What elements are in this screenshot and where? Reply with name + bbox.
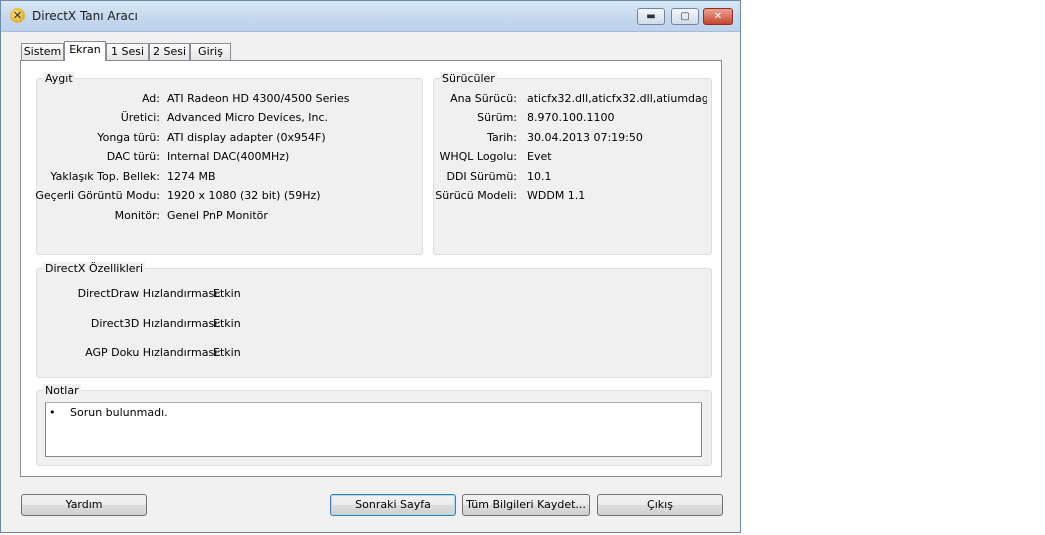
notes-group: Notlar • Sorun bulunmadı. xyxy=(36,384,712,466)
agp-value: Etkin xyxy=(213,346,241,359)
directx-features-group: DirectX Özellikleri DirectDraw Hızlandır… xyxy=(36,262,712,378)
tab-sistem[interactable]: Sistem xyxy=(21,43,64,60)
ddi-version-value: 10.1 xyxy=(527,170,552,183)
whql-value: Evet xyxy=(527,150,552,163)
manufacturer-value: Advanced Micro Devices, Inc. xyxy=(167,111,329,124)
note-item: Sorun bulunmadı. xyxy=(70,406,168,419)
drivers-group-label: Sürücüler xyxy=(440,72,497,85)
driver-date-value: 30.04.2013 07:19:50 xyxy=(527,131,643,144)
whql-label: WHQL Logolu: xyxy=(439,150,517,163)
chip-type-label: Yonga türü: xyxy=(97,131,160,144)
bullet-icon: • xyxy=(49,406,56,419)
direct3d-value: Etkin xyxy=(213,317,241,330)
tab-giris[interactable]: Giriş xyxy=(190,43,231,60)
next-page-button[interactable]: Sonraki Sayfa xyxy=(330,494,456,516)
directx-icon: ✕ xyxy=(10,8,25,23)
driver-model-label: Sürücü Modeli: xyxy=(435,189,517,202)
manufacturer-label: Üretici: xyxy=(120,111,160,124)
title-bar[interactable]: ✕ DirectX Tanı Aracı ▬ ▢ ✕ xyxy=(1,1,740,32)
dxdiag-window: ✕ DirectX Tanı Aracı ▬ ▢ ✕ Sistem Ekran … xyxy=(0,0,741,533)
device-group: Aygıt Ad: ATI Radeon HD 4300/4500 Series… xyxy=(35,72,423,255)
driver-version-value: 8.970.100.1100 xyxy=(527,111,615,124)
close-button[interactable]: ✕ xyxy=(703,8,733,25)
display-mode-value: 1920 x 1080 (32 bit) (59Hz) xyxy=(167,189,321,202)
notes-label: Notlar xyxy=(43,384,81,397)
direct3d-label: Direct3D Hızlandırması: xyxy=(90,317,221,330)
main-driver-value: aticfx32.dll,aticfx32.dll,atiumdag.dll,. xyxy=(527,92,707,105)
device-group-label: Aygıt xyxy=(43,72,75,85)
tab-ekran[interactable]: Ekran xyxy=(64,41,106,61)
tab-panel: Aygıt Ad: ATI Radeon HD 4300/4500 Series… xyxy=(20,60,722,477)
help-button[interactable]: Yardım xyxy=(21,494,147,516)
notes-textbox[interactable]: • Sorun bulunmadı. xyxy=(45,402,702,457)
drivers-group: Sürücüler Ana Sürücü: aticfx32.dll,aticf… xyxy=(433,72,712,255)
window-title: DirectX Tanı Aracı xyxy=(32,9,138,23)
device-name-label: Ad: xyxy=(141,92,160,105)
tab-ses-1[interactable]: 1 Sesi xyxy=(106,43,149,60)
directx-features-label: DirectX Özellikleri xyxy=(43,262,146,275)
directdraw-label: DirectDraw Hızlandırması: xyxy=(77,287,221,300)
main-driver-label: Ana Sürücü: xyxy=(450,92,517,105)
maximize-button[interactable]: ▢ xyxy=(671,8,699,25)
ddi-version-label: DDI Sürümü: xyxy=(446,170,517,183)
device-name-value: ATI Radeon HD 4300/4500 Series xyxy=(167,92,350,105)
memory-label: Yaklaşık Top. Bellek: xyxy=(50,170,160,183)
save-all-info-button[interactable]: Tüm Bilgileri Kaydet... xyxy=(462,494,590,516)
driver-date-label: Tarih: xyxy=(487,131,517,144)
dac-type-value: Internal DAC(400MHz) xyxy=(167,150,290,163)
tab-ses-2[interactable]: 2 Sesi xyxy=(149,43,190,60)
minimize-button[interactable]: ▬ xyxy=(637,8,665,25)
exit-button[interactable]: Çıkış xyxy=(597,494,723,516)
display-mode-label: Geçerli Görüntü Modu: xyxy=(35,189,160,202)
chip-type-value: ATI display adapter (0x954F) xyxy=(167,131,326,144)
monitor-value: Genel PnP Monitör xyxy=(167,209,268,222)
dac-type-label: DAC türü: xyxy=(106,150,160,163)
agp-label: AGP Doku Hızlandırması: xyxy=(85,346,221,359)
memory-value: 1274 MB xyxy=(167,170,216,183)
driver-version-label: Sürüm: xyxy=(477,111,517,124)
driver-model-value: WDDM 1.1 xyxy=(527,189,586,202)
monitor-label: Monitör: xyxy=(114,209,160,222)
directdraw-value: Etkin xyxy=(213,287,241,300)
